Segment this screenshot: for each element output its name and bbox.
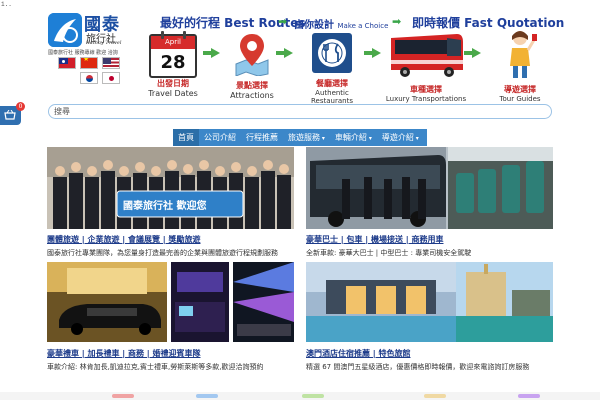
search-label: 搜尋 [54, 107, 70, 116]
tile-title-group-tours[interactable]: 團體旅遊 | 企業旅遊 | 會議展覽 | 獎勵旅遊 [47, 234, 200, 245]
usa-flag-icon[interactable] [102, 57, 120, 69]
bus-icon [391, 34, 463, 77]
footer-item[interactable] [196, 394, 218, 398]
tile-title-limousine[interactable]: 豪華禮車 | 加長禮車 | 商務 | 婚禮迎賓車隊 [47, 348, 200, 359]
china-flag-icon[interactable] [80, 57, 98, 69]
arrow-right-icon [203, 48, 220, 58]
cart-count-badge: 0 [16, 102, 25, 111]
nav-item-contact[interactable]: 聯絡我們 [471, 129, 518, 146]
tile-desc-bus-service: 全新車款: 豪華大巴士 | 中型巴士 : 專業司機安全駕駛 [306, 249, 472, 257]
step-label-zh: 導遊選擇 [504, 85, 536, 94]
korea-flag-icon[interactable] [80, 72, 98, 84]
map-pin-icon [235, 34, 269, 77]
tagline-make-choice-en: Make a Choice [337, 22, 389, 30]
nav-item-about[interactable]: 公司介紹 [199, 129, 241, 146]
nav-item-guides[interactable]: 導遊介紹 [377, 129, 424, 146]
step-label-en: Travel Dates [148, 89, 198, 98]
taiwan-flag-icon[interactable] [58, 57, 76, 69]
arrow-right-icon [364, 48, 381, 58]
footer-item[interactable] [302, 394, 324, 398]
step-label-zh: 車種選擇 [410, 85, 442, 94]
brand-logo-icon[interactable] [48, 13, 82, 47]
arrow-right-icon [464, 48, 481, 58]
tile-desc-group-tours: 國泰旅行社專業團隊，為您量身打造最完善的企業與團體旅遊行程規劃服務 [47, 249, 278, 257]
tile-title-bus-service[interactable]: 豪華巴士 | 包車 | 機場接送 | 商務用車 [306, 234, 443, 245]
step-label-en: Luxury Transportations [385, 95, 467, 103]
nav-item-services[interactable]: 旅遊服務 [283, 129, 330, 146]
step-restaurants[interactable]: 餐廳選擇 Authentic Restaurants [300, 32, 364, 105]
footer-strip [0, 392, 600, 400]
step-tour-guides[interactable]: 導遊選擇 Tour Guides [492, 28, 548, 103]
limousine-image[interactable] [47, 262, 294, 342]
step-label-en: Tour Guides [499, 95, 541, 103]
step-label-zh: 出發日期 [157, 79, 189, 88]
step-transportation[interactable]: 車種選擇 Luxury Transportations [384, 30, 468, 103]
brand-tagline: 國泰旅行社 服務專線 歡迎 洽詢 [48, 50, 118, 56]
tile-desc-limousine: 車款介紹: 林肯加長,凱迪拉克,賓士禮車,勞斯萊斯等多款,歡迎洽詢預約 [47, 363, 264, 371]
footer-item[interactable] [518, 394, 540, 398]
hotel-image[interactable] [306, 262, 553, 342]
nav-item-routes[interactable]: 行程推薦 [241, 129, 283, 146]
step-label-zh: 景點選擇 [236, 81, 268, 90]
step-label-zh: 餐廳選擇 [316, 79, 348, 88]
cart-button[interactable]: 0 [0, 102, 25, 125]
step-attractions[interactable]: 景點選擇 Attractions [224, 30, 280, 100]
tagline-make-choice: 由你設計 Make a Choice [294, 16, 388, 31]
arrow-right-icon: ➡ [278, 15, 288, 28]
nav-item-home[interactable]: 首頁 [173, 129, 199, 146]
footer-item[interactable] [112, 394, 134, 398]
brand-name-en: Kathay Travel [86, 40, 122, 46]
nav-item-vehicles[interactable]: 車輛介紹 [330, 129, 377, 146]
tile-title-hotels[interactable]: 澳門酒店住宿推薦 | 特色旅館 [306, 348, 411, 359]
group-tour-image[interactable]: 國泰旅行社 歡迎您 [47, 147, 294, 229]
corner-mark: 1.. [1, 1, 12, 8]
nav-item-food[interactable]: 美食推薦 [424, 129, 471, 146]
main-nav: 首頁 公司介紹 行程推薦 旅遊服務 車輛介紹 導遊介紹 美食推薦 聯絡我們 [173, 129, 508, 146]
tagline-make-choice-zh: 由你設計 [294, 20, 334, 31]
japan-flag-icon[interactable] [102, 72, 120, 84]
restaurant-icon [312, 33, 352, 73]
bus-service-image[interactable] [306, 147, 553, 229]
calendar-month: April [151, 36, 195, 49]
arrow-right-icon [276, 48, 293, 58]
footer-item[interactable] [424, 394, 446, 398]
calendar-day: 28 [160, 52, 186, 73]
step-label-en: Authentic Restaurants [311, 89, 353, 105]
tile-desc-hotels: 精選 67 間澳門五星級酒店，優惠價格即時報價，歡迎來電諮詢訂房服務 [306, 363, 530, 371]
calendar-icon: April 28 [149, 31, 197, 78]
step-travel-dates[interactable]: April 28 出發日期 Travel Dates [140, 31, 206, 98]
search-input[interactable]: 搜尋 [48, 104, 552, 119]
tour-guide-icon [510, 31, 537, 78]
basket-icon [4, 110, 16, 120]
arrow-right-icon: ➡ [392, 15, 402, 28]
group-banner-text: 國泰旅行社 歡迎您 [123, 201, 207, 212]
step-label-en: Attractions [230, 91, 274, 100]
